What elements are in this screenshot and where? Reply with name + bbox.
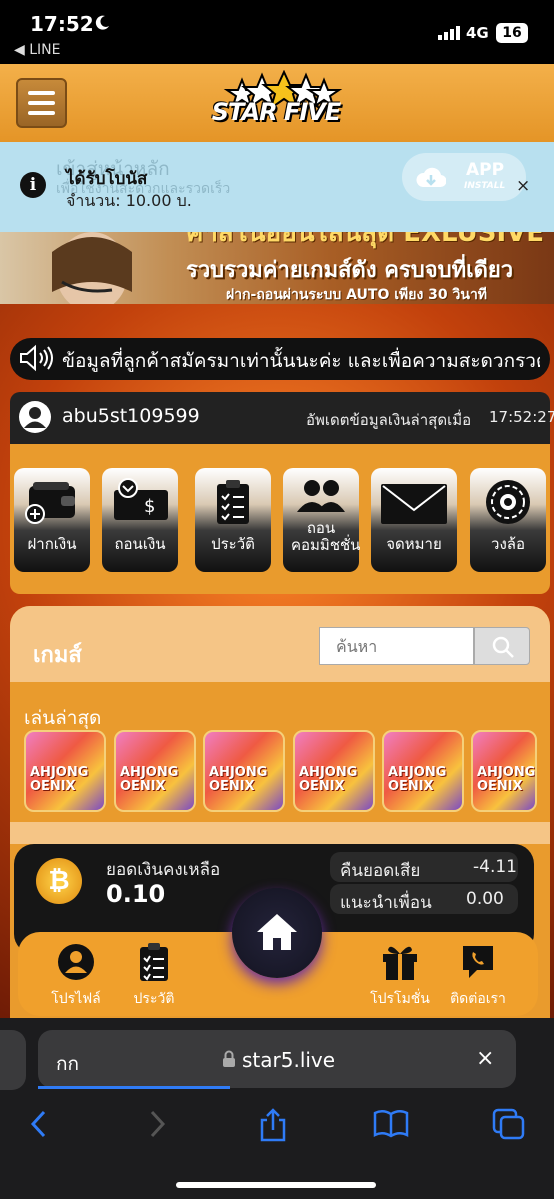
nav-label: ติดต่อเรา — [450, 991, 506, 1007]
banner-subheadline: รวบรวมค่ายเกมส์ดัง ครบจบที่เดียว — [186, 258, 514, 283]
clipboard-icon — [217, 480, 249, 524]
cashback-value: -4.11 — [473, 857, 517, 877]
search-icon — [492, 636, 514, 658]
menu-line — [28, 101, 55, 105]
bookmarks-icon[interactable] — [372, 1108, 410, 1138]
recent-game-tile[interactable]: AHJONG OENIX — [114, 730, 196, 812]
coin-icon: ₿ — [36, 858, 82, 904]
games-panel-strip — [10, 822, 550, 844]
nav-profile[interactable]: โปรไฟล์ — [36, 942, 116, 1010]
withdraw-commission-button[interactable]: ถอนคอมมิชชั่น — [283, 468, 361, 572]
back-to-line-link[interactable]: ◀ LINE — [14, 42, 60, 58]
page-load-progress — [38, 1086, 230, 1089]
deposit-button[interactable]: ฝากเงิน — [14, 468, 90, 572]
toast-amount: จำนวน: 10.00 บ. — [66, 191, 192, 210]
action-label: ฝากเงิน — [27, 535, 77, 553]
menu-line — [28, 91, 55, 95]
referral-value: 0.00 — [466, 889, 504, 909]
app-install-button[interactable]: APP INSTALL — [402, 153, 526, 201]
game-title: AHJONG OENIX — [120, 765, 179, 794]
toast-title: ได้รับโบนัส — [66, 169, 148, 189]
info-icon: i — [20, 172, 46, 198]
home-icon — [257, 914, 297, 950]
action-label: ประวัติ — [211, 535, 255, 553]
update-time: 17:52:27 — [489, 408, 554, 426]
game-title: AHJONG OENIX — [30, 765, 89, 794]
wheel-button[interactable]: วงล้อ — [470, 468, 546, 572]
users-icon — [297, 480, 345, 512]
games-title: เกมส์ — [33, 643, 82, 668]
url-text[interactable]: star5.live — [242, 1048, 335, 1072]
nav-history[interactable]: ประวัติ — [114, 942, 194, 1010]
cash-icon: $ — [114, 478, 168, 520]
home-indicator — [176, 1182, 376, 1188]
tabs-icon[interactable] — [492, 1108, 526, 1140]
speaker-icon — [20, 344, 53, 372]
wheel-icon — [486, 480, 530, 524]
balance-value: 0.10 — [106, 880, 166, 908]
history-button[interactable]: ประวัติ — [195, 468, 271, 572]
toast-close-button[interactable]: × — [516, 176, 530, 196]
install-label: INSTALL — [464, 181, 506, 191]
nav-promotion[interactable]: โปรโมชั่น — [360, 942, 440, 1010]
banner-caption: ฝาก-ถอนผ่านระบบ AUTO เพียง 30 วินาที — [226, 287, 488, 303]
previous-tab-preview[interactable] — [0, 1030, 26, 1090]
search-button[interactable] — [474, 627, 530, 665]
recent-game-tile[interactable]: AHJONG OENIX — [293, 730, 375, 812]
hamburger-menu-button[interactable] — [16, 78, 67, 128]
battery-icon: 16 — [496, 23, 528, 43]
lock-icon — [223, 1050, 235, 1067]
mail-button[interactable]: จดหมาย — [371, 468, 457, 572]
network-type: 4G — [466, 24, 489, 42]
signal-icon — [438, 26, 460, 40]
update-label: อัพเดตข้อมูลเงินล่าสุดเมื่อ — [306, 411, 472, 429]
nav-label: โปรไฟล์ — [51, 991, 101, 1007]
svg-text:$: $ — [144, 496, 155, 517]
recent-game-tile[interactable]: AHJONG OENIX — [382, 730, 464, 812]
game-title: AHJONG OENIX — [477, 765, 536, 794]
profile-icon — [58, 944, 94, 980]
cashback-label: คืนยอดเสีย — [340, 861, 421, 881]
action-label: ถอนคอมมิชชั่น — [291, 519, 361, 554]
wallet-icon — [25, 482, 75, 524]
back-icon[interactable] — [28, 1108, 50, 1140]
mail-icon — [381, 484, 447, 524]
ticker-text: ข้อมูลที่ลูกค้าสมัครมาเท่านั้นนะค่ะ และเ… — [62, 350, 540, 372]
menu-line — [28, 111, 55, 115]
action-label: วงล้อ — [491, 535, 525, 553]
status-time: 17:52 — [30, 12, 94, 36]
gift-icon — [383, 946, 417, 980]
moon-icon — [95, 15, 109, 30]
logo-text: STAR FIVE — [211, 98, 342, 126]
cloud-download-icon — [416, 167, 446, 188]
user-avatar-icon — [19, 401, 51, 433]
action-label: ถอนเงิน — [114, 535, 166, 553]
phone-chat-icon — [463, 946, 493, 978]
quick-actions-panel — [10, 444, 550, 594]
app-label: APP — [466, 160, 505, 180]
clipboard-icon — [140, 943, 168, 981]
share-icon[interactable] — [258, 1108, 288, 1142]
text-size-button[interactable]: กก — [56, 1049, 79, 1079]
withdraw-button[interactable]: $ ถอนเงิน — [102, 468, 178, 572]
recent-game-tile[interactable]: AHJONG OENIX — [24, 730, 106, 812]
support-agent-image — [52, 232, 132, 304]
home-button[interactable] — [232, 888, 322, 978]
recent-games-label: เล่นล่าสุด — [24, 707, 102, 729]
balance-label: ยอดเงินคงเหลือ — [106, 860, 221, 880]
nav-label: โปรโมชั่น — [370, 991, 430, 1007]
nav-label: ประวัติ — [133, 991, 175, 1007]
referral-label: แนะนำเพื่อน — [340, 893, 432, 913]
recent-game-tile[interactable]: AHJONG OENIX — [203, 730, 285, 812]
nav-contact[interactable]: ติดต่อเรา — [438, 942, 518, 1010]
game-title: AHJONG OENIX — [299, 765, 358, 794]
recent-game-tile[interactable]: AHJONG OENIX — [471, 730, 537, 812]
game-title: AHJONG OENIX — [209, 765, 268, 794]
game-search-input[interactable] — [319, 627, 474, 665]
game-title: AHJONG OENIX — [388, 765, 447, 794]
action-label: จดหมาย — [386, 535, 442, 553]
forward-icon[interactable] — [146, 1108, 168, 1140]
username: abu5st109599 — [62, 405, 200, 427]
stop-loading-button[interactable]: × — [476, 1046, 494, 1071]
